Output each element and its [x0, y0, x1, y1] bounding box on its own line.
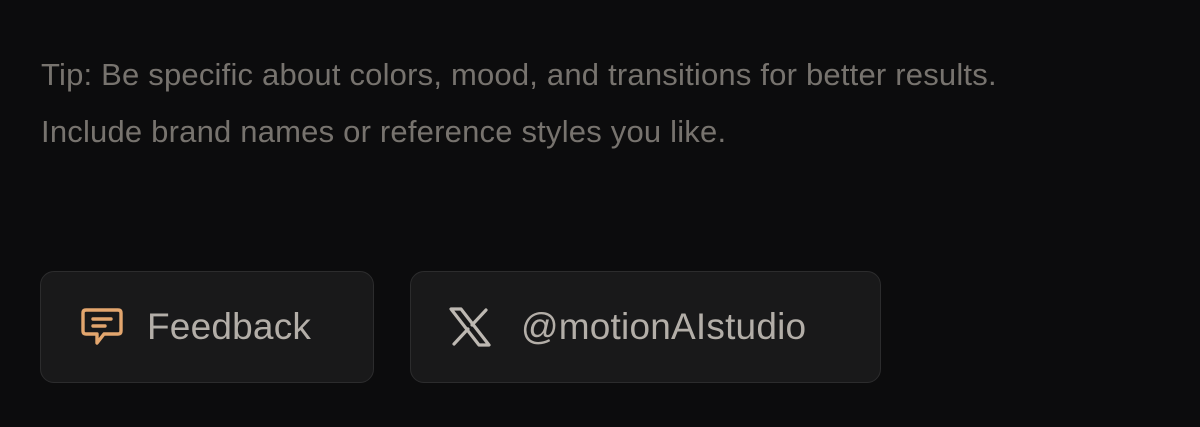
- message-square-icon: [80, 307, 124, 347]
- x-profile-link[interactable]: @motionAIstudio: [410, 271, 881, 383]
- feedback-label: Feedback: [147, 306, 312, 347]
- x-handle-label: @motionAIstudio: [521, 306, 807, 347]
- feedback-button[interactable]: Feedback: [40, 271, 374, 383]
- action-buttons: Feedback @motionAIstudio: [40, 271, 881, 383]
- tip-text: Tip: Be specific about colors, mood, and…: [41, 57, 997, 149]
- x-logo-icon: [449, 307, 491, 347]
